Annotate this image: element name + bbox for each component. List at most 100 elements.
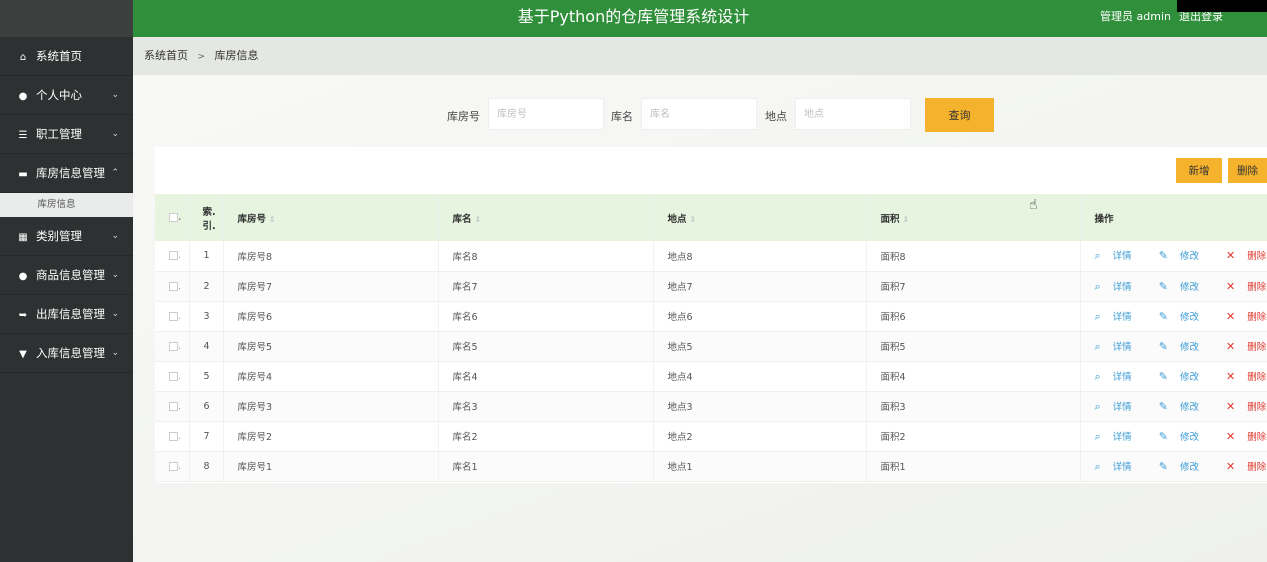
breadcrumb-home[interactable]: 系统首页 bbox=[144, 49, 188, 62]
sidebar-item-staff[interactable]: ☰ 职工管理 ⌄ bbox=[0, 115, 133, 154]
breadcrumb: 系统首页 > 库房信息 bbox=[133, 37, 1267, 75]
detail-button[interactable]: ⌕ 详情 bbox=[1095, 310, 1144, 323]
cell-location: 地点2 bbox=[653, 421, 867, 451]
row-index: 7 bbox=[189, 421, 224, 451]
search-icon: ⌕ bbox=[1094, 249, 1101, 263]
detail-button[interactable]: ⌕ 详情 bbox=[1095, 280, 1144, 293]
row-checkbox[interactable] bbox=[169, 371, 178, 381]
cell-area: 面积7 bbox=[866, 271, 1081, 301]
column-header-warehouse-no[interactable]: 库房号 ⇕ bbox=[223, 194, 439, 241]
user-icon: ● bbox=[18, 91, 28, 102]
row-index: 2 bbox=[189, 271, 224, 301]
sidebar-item-outbound[interactable]: ➥ 出库信息管理 ⌄ bbox=[0, 295, 133, 334]
row-select-cell[interactable]: . bbox=[155, 451, 190, 481]
sidebar-item-profile[interactable]: ● 个人中心 ⌄ bbox=[0, 76, 133, 115]
edit-button[interactable]: ✎ 修改 bbox=[1159, 400, 1211, 413]
delete-button[interactable]: ✕ 删除 bbox=[1225, 339, 1267, 353]
cell-actions: ⌕ 详情 ✎ 修改 ✕ 删除 bbox=[1080, 271, 1267, 301]
sidebar-item-category[interactable]: ▦ 类别管理 ⌄ bbox=[0, 217, 133, 256]
delete-button[interactable]: ✕ 删除 bbox=[1225, 279, 1267, 293]
cell-warehouse-name: 库名6 bbox=[438, 301, 654, 331]
sidebar-subitem-warehouse-info[interactable]: 库房信息 bbox=[0, 193, 133, 217]
close-icon: ✕ bbox=[1225, 339, 1236, 353]
edit-button[interactable]: ✎ 修改 bbox=[1158, 309, 1211, 323]
cell-warehouse-no: 库房号5 bbox=[223, 331, 439, 361]
batch-delete-button[interactable]: 删除 bbox=[1228, 158, 1267, 183]
corner-block bbox=[1177, 0, 1267, 12]
edit-button[interactable]: ✎ 修改 bbox=[1159, 280, 1211, 293]
add-button[interactable]: 新增 bbox=[1176, 158, 1222, 183]
edit-button[interactable]: ✎ 修改 bbox=[1158, 429, 1211, 443]
cell-actions: ⌕ 详情 ✎ 修改 ✕ 删除 bbox=[1080, 331, 1267, 361]
cell-actions: ⌕ 详情 ✎ 修改 ✕ 删除 bbox=[1080, 301, 1267, 331]
table-row: . 8 库房号1 库名1 地点1 面积1 ⌕ 详情 ✎ 修改 ✕ 删除 bbox=[155, 451, 1267, 481]
close-icon: ✕ bbox=[1225, 459, 1236, 473]
row-checkbox[interactable] bbox=[169, 251, 178, 261]
pencil-icon: ✎ bbox=[1158, 429, 1168, 443]
main-content: 系统首页 > 库房信息 库房号 库名 地点 查询 新增 删除 . 索.引. 库房… bbox=[133, 37, 1267, 562]
column-header-location[interactable]: 地点 ⇕ bbox=[653, 194, 867, 241]
row-select-cell[interactable]: . bbox=[155, 271, 190, 301]
cell-actions: ⌕ 详情 ✎ 修改 ✕ 删除 bbox=[1080, 361, 1267, 391]
sidebar-item-goods[interactable]: ● 商品信息管理 ⌄ bbox=[0, 256, 133, 295]
cell-area: 面积6 bbox=[866, 301, 1081, 331]
sidebar-item-home[interactable]: ⌂ 系统首页 bbox=[0, 37, 133, 76]
user-icon: ● bbox=[18, 271, 28, 282]
row-select-cell[interactable]: . bbox=[155, 241, 190, 271]
warehouse-name-input[interactable] bbox=[641, 98, 757, 130]
grid-icon: ▦ bbox=[18, 232, 28, 243]
sidebar-item-label: 出库信息管理 bbox=[36, 307, 105, 321]
cell-area: 面积2 bbox=[866, 421, 1081, 451]
row-checkbox[interactable] bbox=[169, 401, 178, 411]
select-all-header[interactable]: . bbox=[155, 194, 190, 241]
query-button[interactable]: 查询 bbox=[925, 98, 994, 132]
column-header-area[interactable]: 面积 ⇕ bbox=[866, 194, 1081, 241]
chevron-down-icon: ⌄ bbox=[111, 309, 119, 319]
row-select-cell[interactable]: . bbox=[155, 391, 190, 421]
table-row: . 4 库房号5 库名5 地点5 面积5 ⌕ 详情 ✎ 修改 ✕ 删除 bbox=[155, 331, 1267, 361]
cell-warehouse-name: 库名1 bbox=[438, 451, 654, 481]
edit-button[interactable]: ✎ 修改 bbox=[1159, 460, 1211, 473]
table-row: . 2 库房号7 库名7 地点7 面积7 ⌕ 详情 ✎ 修改 ✕ 删除 bbox=[155, 271, 1267, 301]
close-icon: ✕ bbox=[1225, 279, 1236, 293]
select-all-checkbox[interactable] bbox=[169, 213, 178, 222]
sidebar-item-warehouse[interactable]: ▬ 库房信息管理 ⌃ bbox=[0, 154, 133, 193]
delete-button[interactable]: ✕ 删除 bbox=[1226, 400, 1267, 413]
row-select-cell[interactable]: . bbox=[155, 421, 190, 451]
edit-button[interactable]: ✎ 修改 bbox=[1159, 249, 1211, 262]
cell-warehouse-no: 库房号7 bbox=[223, 271, 439, 301]
column-header-warehouse-name[interactable]: 库名 ⇕ bbox=[438, 194, 654, 241]
sidebar: ⌂ 系统首页 ● 个人中心 ⌄ ☰ 职工管理 ⌄ ▬ 库房信息管理 ⌃ 库房信息 ▦ 类别… bbox=[0, 37, 133, 562]
delete-button[interactable]: ✕ 删除 bbox=[1226, 249, 1267, 262]
delete-button[interactable]: ✕ 删除 bbox=[1226, 370, 1267, 383]
sidebar-item-label: 个人中心 bbox=[36, 88, 82, 102]
delete-button[interactable]: ✕ 删除 bbox=[1226, 430, 1267, 443]
row-checkbox[interactable] bbox=[169, 431, 178, 441]
detail-button[interactable]: ⌕ 详情 bbox=[1094, 249, 1144, 263]
delete-button[interactable]: ✕ 删除 bbox=[1226, 310, 1267, 323]
search-label-warehouse-no: 库房号 bbox=[447, 110, 480, 123]
location-input[interactable] bbox=[795, 98, 911, 130]
edit-button[interactable]: ✎ 修改 bbox=[1159, 340, 1211, 353]
row-checkbox[interactable] bbox=[169, 341, 178, 351]
sidebar-item-inbound[interactable]: ▼ 入库信息管理 ⌄ bbox=[0, 334, 133, 373]
row-checkbox[interactable] bbox=[169, 311, 178, 321]
row-select-cell[interactable]: . bbox=[155, 301, 190, 331]
detail-button[interactable]: ⌕ 详情 bbox=[1095, 370, 1144, 383]
edit-button[interactable]: ✎ 修改 bbox=[1159, 370, 1211, 383]
detail-button[interactable]: ⌕ 详情 bbox=[1095, 340, 1144, 353]
delete-button[interactable]: ✕ 删除 bbox=[1225, 459, 1267, 473]
pencil-icon: ✎ bbox=[1158, 309, 1168, 323]
row-index: 6 bbox=[189, 391, 224, 421]
cell-location: 地点7 bbox=[653, 271, 867, 301]
row-checkbox[interactable] bbox=[169, 281, 178, 291]
detail-button[interactable]: ⌕ 详情 bbox=[1095, 460, 1144, 473]
detail-button[interactable]: ⌕ 详情 bbox=[1095, 400, 1144, 413]
cell-location: 地点6 bbox=[653, 301, 867, 331]
detail-button[interactable]: ⌕ 详情 bbox=[1095, 430, 1144, 443]
import-icon: ▼ bbox=[19, 349, 27, 360]
row-select-cell[interactable]: . bbox=[155, 331, 190, 361]
row-checkbox[interactable] bbox=[169, 461, 178, 471]
warehouse-no-input[interactable] bbox=[488, 98, 604, 130]
row-select-cell[interactable]: . bbox=[155, 361, 190, 391]
